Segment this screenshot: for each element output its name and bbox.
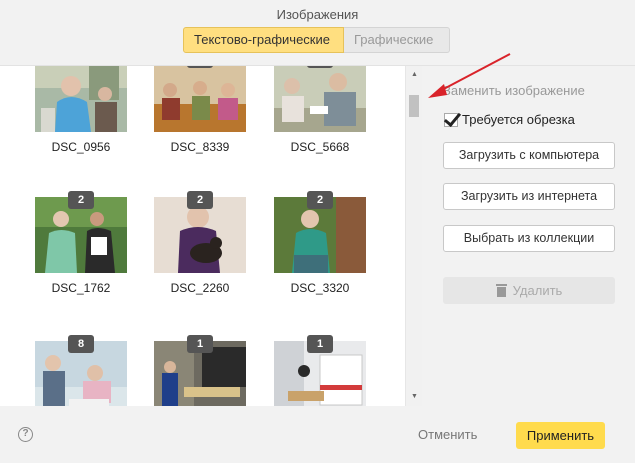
upload-from-computer-button[interactable]: Загрузить с компьютера xyxy=(443,142,615,169)
photo xyxy=(154,66,246,132)
scroll-up-icon[interactable]: ▲ xyxy=(406,68,423,82)
count-badge: 2 xyxy=(187,191,213,209)
count-badge: 1 xyxy=(187,66,213,68)
thumbnail[interactable]: 1 xyxy=(265,66,375,132)
image-type-switch: Текстово-графические Графические xyxy=(183,27,450,53)
thumbnail[interactable]: 1 xyxy=(145,335,255,406)
thumbnail[interactable]: 2 xyxy=(26,191,136,273)
tab-text-graphic[interactable]: Текстово-графические xyxy=(183,27,344,53)
tab-graphic[interactable]: Графические xyxy=(344,27,450,53)
crop-required-label[interactable]: Требуется обрезка xyxy=(462,112,575,127)
image-caption: DSC_3320 xyxy=(290,281,350,295)
thumbnail[interactable]: 2 xyxy=(265,191,375,273)
thumbnail[interactable]: 1 xyxy=(145,66,255,132)
apply-button[interactable]: Применить xyxy=(516,422,605,449)
cancel-button[interactable]: Отменить xyxy=(418,427,477,442)
count-badge: 8 xyxy=(68,335,94,353)
count-badge: 1 xyxy=(307,66,333,68)
thumbnail[interactable]: 1 xyxy=(265,335,375,406)
thumbnail[interactable]: 8 xyxy=(26,335,136,406)
image-caption: DSC_2260 xyxy=(170,281,230,295)
replace-image-title: Заменить изображение xyxy=(443,83,585,98)
crop-required-checkbox[interactable] xyxy=(444,112,458,127)
trash-icon xyxy=(495,284,507,297)
image-caption: DSC_1762 xyxy=(51,281,111,295)
dialog-header: Изображения Текстово-графические Графиче… xyxy=(0,0,635,66)
delete-button[interactable]: Удалить xyxy=(443,277,615,304)
scrollbar-thumb[interactable] xyxy=(409,95,419,117)
delete-label: Удалить xyxy=(512,283,563,298)
count-badge: 2 xyxy=(68,191,94,209)
photo xyxy=(35,66,127,132)
replace-image-panel: Заменить изображение Требуется обрезка З… xyxy=(422,66,635,406)
count-badge: 1 xyxy=(187,335,213,353)
choose-from-collection-button[interactable]: Выбрать из коллекции xyxy=(443,225,615,252)
photo xyxy=(274,66,366,132)
gallery-scrollbar[interactable]: ▲ ▼ xyxy=(405,66,422,406)
dialog-title: Изображения xyxy=(276,7,359,22)
count-badge: 1 xyxy=(307,335,333,353)
help-icon[interactable]: ? xyxy=(18,427,33,442)
scroll-down-icon[interactable]: ▼ xyxy=(406,390,423,404)
thumbnail[interactable] xyxy=(26,66,136,132)
upload-from-internet-button[interactable]: Загрузить из интернета xyxy=(443,183,615,210)
image-caption: DSC_0956 xyxy=(51,140,111,154)
image-caption: DSC_8339 xyxy=(170,140,230,154)
crop-required-option[interactable]: Требуется обрезка xyxy=(444,112,575,127)
count-badge: 2 xyxy=(307,191,333,209)
thumbnail[interactable]: 2 xyxy=(145,191,255,273)
image-gallery: DSC_0956 1 DSC_8339 1 DSC_5668 2 DSC_176… xyxy=(0,66,405,406)
image-caption: DSC_5668 xyxy=(290,140,350,154)
dialog-footer: ? Отменить Применить xyxy=(0,406,635,463)
